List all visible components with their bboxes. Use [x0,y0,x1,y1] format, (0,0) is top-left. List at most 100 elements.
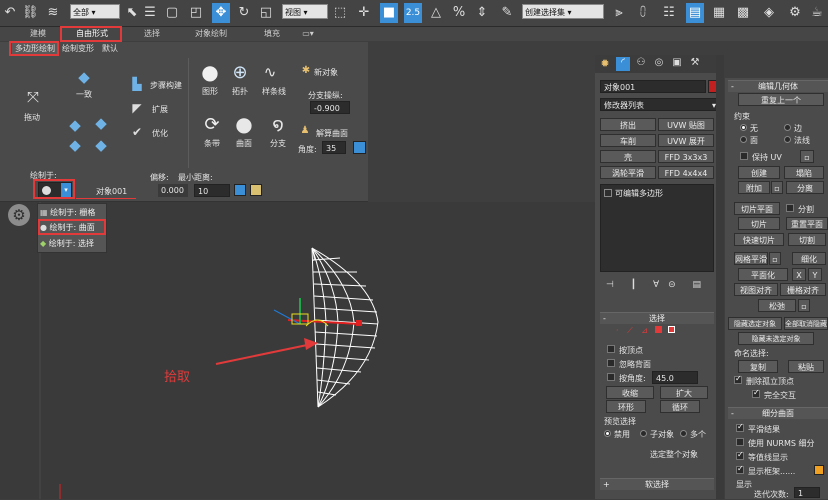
snap-toggle-icon[interactable]: 2.5 [404,3,422,23]
angle-value-input[interactable]: 45.0 [652,371,698,384]
selection-rollout-header[interactable]: - 选择 [600,312,714,324]
create-button[interactable]: 创建 [738,166,780,179]
gear-icon[interactable]: ⚙ [8,204,30,226]
keyboard-shortcut-icon[interactable]: ■ [380,3,398,23]
new-object-icon[interactable]: ✱ [300,64,312,76]
paste-button[interactable]: 粘贴 [788,360,824,373]
extrude-button[interactable]: 挤出 [600,118,656,131]
unhide-all-button[interactable]: 全部取消隐藏 [784,317,828,330]
preview-subobject-radio[interactable] [640,430,647,437]
motion-tab-icon[interactable]: ◎ [652,57,666,71]
lathe-button[interactable]: 车削 [600,134,656,147]
draw-on-grid-item[interactable]: ▦ 绘制于: 栅格 [40,206,106,220]
grid-align-button[interactable]: 栅格对齐 [780,283,826,296]
attach-list-button[interactable]: ▫ [771,181,783,194]
mirror-icon[interactable]: ⫸ [610,3,628,23]
subtab-defaults[interactable]: 默认 [102,43,124,55]
show-end-icon[interactable]: ┃ [631,280,636,290]
conform-scale-icon[interactable]: ◆ [64,134,86,156]
conform-icon[interactable]: ◆ [70,64,98,90]
select-whole-object-label[interactable]: 选定整个对象 [650,449,698,460]
ffd4-button[interactable]: FFD 4x4x4 [658,166,714,179]
ring-button[interactable]: 环形 [606,400,646,413]
angle-snap-icon[interactable]: △ [428,3,444,23]
preview-off-radio[interactable] [604,430,611,437]
constraint-none-radio[interactable] [740,124,747,131]
edit-geometry-header[interactable]: - 编辑几何体 [728,80,828,92]
constraint-edge-radio[interactable] [784,124,791,131]
copy-button[interactable]: 复制 [738,360,778,373]
cage-color-swatch[interactable] [814,465,824,475]
by-vertex-checkbox[interactable] [607,345,615,353]
target-object-label[interactable]: 对象001 [96,186,127,197]
rect-select-icon[interactable]: ▢ [164,3,180,23]
turbosmooth-button[interactable]: 涡轮平滑 [600,166,656,179]
modify-tab-icon[interactable]: ◜ [616,57,630,71]
step-build-icon[interactable]: ▙ [128,76,146,92]
align-icon[interactable]: ⩇ [634,3,652,23]
angle-apply-icon[interactable] [353,141,366,154]
smooth-result-checkbox[interactable] [736,422,744,432]
angle-input[interactable]: 35 [322,141,346,154]
create-tab-icon[interactable]: ✹ [598,57,612,71]
link-icon[interactable]: ⛓ [22,3,39,23]
render-icon[interactable]: ☕ [808,3,826,23]
clear-target-icon[interactable] [250,184,262,196]
extend-label[interactable]: 扩展 [152,104,168,115]
tab-object-paint[interactable]: 对象绘制 [186,28,236,40]
conform-rotate-icon[interactable]: ◆ [90,112,112,134]
layer-icon[interactable]: ☷ [660,3,678,23]
splines-icon[interactable]: ∿ [258,60,282,84]
object-name-input[interactable]: 对象001 [600,80,706,93]
display-tab-icon[interactable]: ▣ [670,57,684,71]
soft-selection-header[interactable]: + 软选择 [600,478,714,490]
tessellate-button[interactable]: 细化 [792,252,826,265]
detach-button[interactable]: 分离 [786,181,824,194]
command-panel-scrollbar[interactable] [716,55,724,499]
hide-unselected-button[interactable]: 隐藏未选定对象 [738,332,814,345]
select-by-name-icon[interactable]: ☰ [142,3,158,23]
solve-surface-label[interactable]: 解算曲面 [316,128,348,139]
view-align-button[interactable]: 视图对齐 [734,283,778,296]
percent-snap-icon[interactable]: % [450,3,468,23]
ribbon-options-icon[interactable]: ▭▾ [298,28,318,40]
grow-button[interactable]: 扩大 [660,386,708,399]
preserve-uv-settings[interactable]: ▫ [800,150,814,163]
material-editor-icon[interactable]: ◈ [760,3,778,23]
make-unique-icon[interactable]: ∀ [653,280,659,290]
conform-relax-icon[interactable]: ◆ [90,134,112,156]
show-cage-checkbox[interactable] [736,464,744,474]
element-icon[interactable] [668,326,676,333]
reference-coord-select[interactable]: 视图 ▾ [282,4,328,19]
select-object-icon[interactable]: ⬉ [124,3,140,23]
meshsmooth-button[interactable]: 网格平滑 [734,252,768,265]
strips-icon[interactable]: ⟳ [200,112,224,136]
preserve-uv-checkbox[interactable] [740,152,748,160]
full-interactivity-checkbox[interactable] [752,388,760,398]
quickslice-button[interactable]: 快速切片 [734,233,784,246]
render-setup-icon[interactable]: ⚙ [786,3,804,23]
attach-button[interactable]: 附加 [738,181,770,194]
pick-target-icon[interactable] [234,184,246,196]
branches-icon[interactable]: ໑ [266,112,290,136]
delete-isolated-checkbox[interactable] [734,374,742,384]
spinner-snap-icon[interactable]: ⇕ [474,3,490,23]
uvw-map-button[interactable]: UVW 贴图 [658,118,714,131]
graphite-toggle-icon[interactable]: ▤ [686,3,704,23]
optimize-label[interactable]: 优化 [152,128,168,139]
remove-modifier-icon[interactable]: ⊝ [668,280,676,290]
constraint-normal-radio[interactable] [784,136,791,143]
shell-button[interactable]: 壳 [600,150,656,163]
modifier-stack[interactable]: 可编辑多边形 [600,184,714,272]
meshsmooth-settings[interactable]: ▫ [769,252,781,265]
slice-plane-button[interactable]: 切片平面 [734,202,780,215]
bind-icon[interactable]: ≋ [44,3,62,23]
draw-on-selection-item[interactable]: ◆ 绘制于: 选择 [40,237,106,251]
move-icon[interactable]: ✥ [212,3,230,23]
ignore-backface-checkbox[interactable] [607,359,615,367]
modifier-list-select[interactable]: 修改器列表 ▾ [600,98,720,111]
tab-selection[interactable]: 选择 [134,28,170,40]
tab-populate[interactable]: 填充 [254,28,290,40]
offset-input[interactable]: 0.000 [158,184,188,197]
pivot-icon[interactable]: ⬚ [332,3,348,23]
